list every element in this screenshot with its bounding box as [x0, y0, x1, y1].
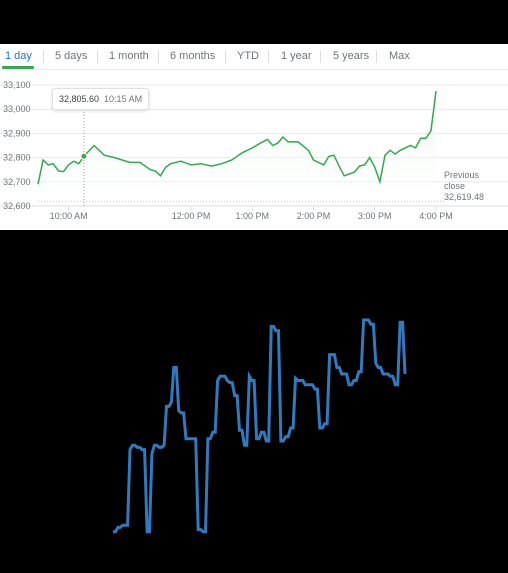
- y-tick-label: 33,100: [3, 80, 31, 90]
- y-tick-label: 32,700: [3, 177, 31, 187]
- previous-close-label-line2: close: [444, 181, 466, 191]
- top-black-band: [0, 0, 508, 44]
- previous-close-value: 32,619.48: [444, 192, 485, 202]
- hover-point: [80, 152, 88, 160]
- tooltip-time: 10:15 AM: [104, 94, 143, 104]
- price-chart[interactable]: 33,100 33,000 32,900 32,800 32,700 32,600 10:…: [0, 44, 508, 230]
- x-tick-labels: 10:00 AM 12:00 PM 1:00 PM 2:00 PM 3:00 PM 4:0…: [50, 207, 453, 221]
- stock-chart-widget: 1 day 5 days 1 month 6 months YTD 1 year…: [0, 44, 508, 230]
- x-tick-label: 4:00 PM: [419, 211, 453, 221]
- x-tick-label: 10:00 AM: [50, 211, 88, 221]
- previous-close-label-line1: Previous: [444, 170, 480, 180]
- y-tick-label: 32,900: [3, 128, 31, 138]
- step-series-line: [113, 318, 407, 534]
- x-tick-label: 2:00 PM: [297, 211, 331, 221]
- tooltip-value: 32,805.60: [59, 94, 100, 104]
- x-tick-label: 12:00 PM: [172, 211, 211, 221]
- y-tick-label: 32,800: [3, 153, 31, 163]
- previous-close-label: Previous close 32,619.48: [444, 170, 484, 203]
- y-tick-label: 32,600: [3, 201, 31, 211]
- y-tick-label: 33,000: [3, 104, 31, 114]
- lower-plot-area: [0, 230, 508, 573]
- x-tick-label: 1:00 PM: [236, 211, 270, 221]
- x-tick-label: 3:00 PM: [358, 211, 392, 221]
- hover-tooltip: 32,805.60 10:15 AM: [52, 88, 150, 110]
- step-line-chart: [113, 318, 407, 534]
- y-tick-labels: 33,100 33,000 32,900 32,800 32,700 32,600: [3, 80, 31, 211]
